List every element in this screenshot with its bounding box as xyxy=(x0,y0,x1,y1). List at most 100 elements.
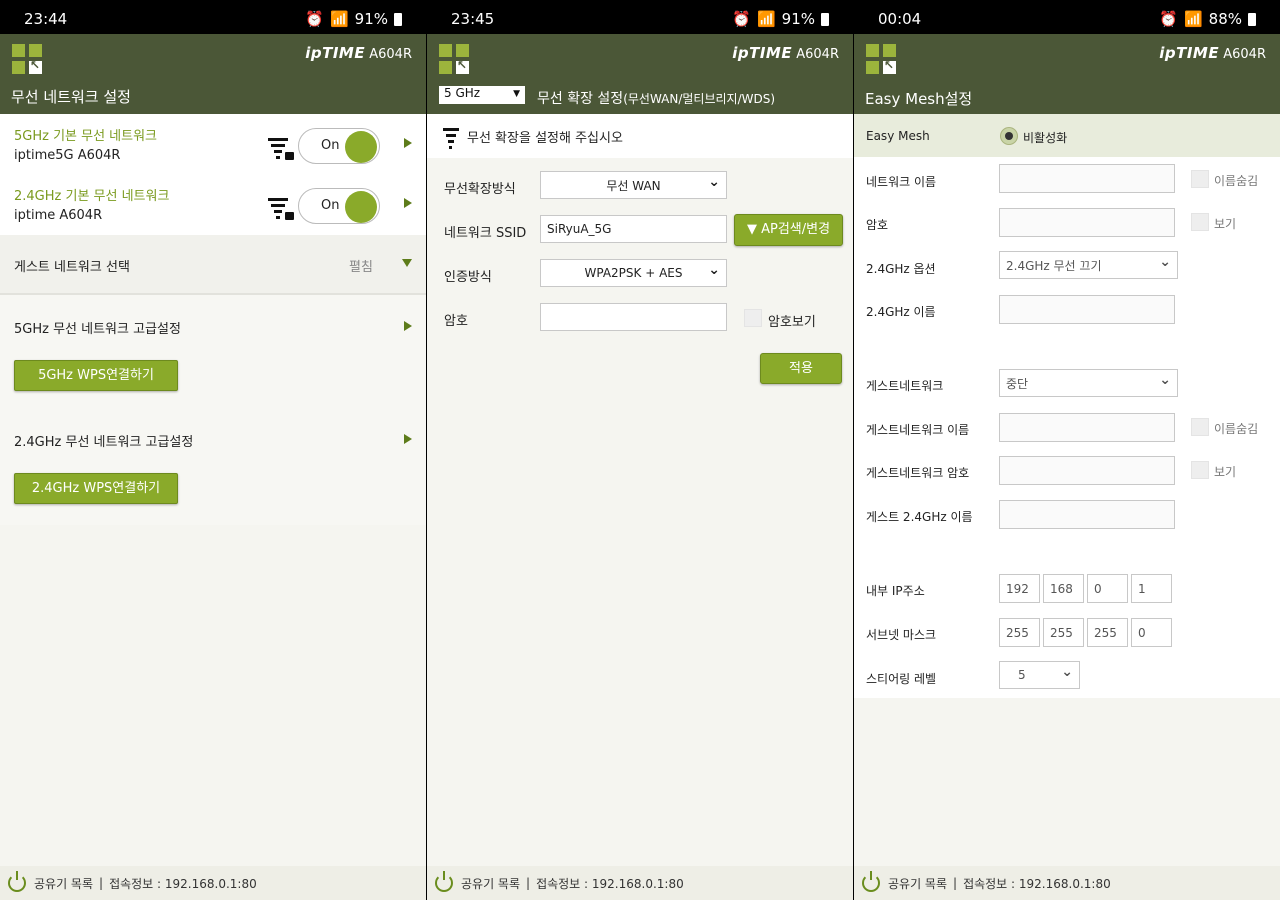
guest-password-label: 게스트네트워크 암호 xyxy=(866,466,970,480)
guest-network-label: 게스트네트워크 xyxy=(866,379,944,393)
notice-panel: 무선 확장을 설정해 주십시오 xyxy=(427,114,853,158)
guest-name-label: 게스트네트워크 이름 xyxy=(866,423,970,437)
password-input[interactable] xyxy=(540,303,727,331)
adv5-label[interactable]: 5GHz 무선 네트워크 고급설정 xyxy=(14,318,181,337)
mesh-radio[interactable] xyxy=(1000,127,1018,145)
brand-logo: ipTIME A604R xyxy=(1159,44,1266,62)
screen-wireless-extension: 23:45 ⏰ 📶 91% ipTIME A604R 5 GHz 무선 확장 설정(… xyxy=(427,0,853,900)
mask-octet-2[interactable]: 255 xyxy=(1043,618,1084,647)
ip-octet-2[interactable]: 168 xyxy=(1043,574,1084,603)
show-password-label: 암호보기 xyxy=(768,315,816,330)
steering-level-select[interactable]: 5 xyxy=(999,661,1080,689)
advanced-settings-panel: 5GHz 무선 네트워크 고급설정 5GHz WPS연결하기 2.4GHz 무선… xyxy=(0,295,426,525)
show-password-checkbox[interactable] xyxy=(744,309,762,327)
mask-octet-1[interactable]: 255 xyxy=(999,618,1040,647)
wifi-icon xyxy=(443,126,463,149)
app-menu-logo-icon[interactable] xyxy=(866,44,896,74)
ssid-label: 네트워크 SSID xyxy=(444,226,527,241)
guest-password-input[interactable] xyxy=(999,456,1175,485)
hide-name-checkbox[interactable] xyxy=(1191,170,1209,188)
guest-name-input[interactable] xyxy=(999,413,1175,442)
guest-show-password-checkbox[interactable] xyxy=(1191,461,1209,479)
band-select[interactable]: 5 GHz xyxy=(439,86,525,104)
screen-easy-mesh: 00:04 ⏰ 📶 88% ipTIME A604R Easy Mesh설정 Eas… xyxy=(854,0,1280,900)
chevron-down-icon[interactable] xyxy=(402,259,412,267)
mode-select[interactable]: 무선 WAN xyxy=(540,171,727,199)
battery-percent: 91% xyxy=(781,10,815,28)
power-icon[interactable] xyxy=(435,871,453,892)
connection-info: 접속정보 : 192.168.0.1:80 xyxy=(536,876,684,891)
net24-toggle[interactable]: On xyxy=(298,188,380,224)
guest-expand-text[interactable]: 펼침 xyxy=(349,256,373,275)
show-password-label: 보기 xyxy=(1214,217,1237,231)
ip-octet-3[interactable]: 0 xyxy=(1087,574,1128,603)
notice-text: 무선 확장을 설정해 주십시오 xyxy=(467,131,623,146)
page-title: Easy Mesh설정 xyxy=(865,90,973,108)
adv24-arrow-icon[interactable] xyxy=(404,434,412,444)
guest-name24-label: 게스트 2.4GHz 이름 xyxy=(866,510,973,524)
wifi-icon: ▼ xyxy=(746,222,757,237)
net24-ssid: iptime A604R xyxy=(14,208,103,223)
status-bar: 00:04 ⏰ 📶 88% xyxy=(854,0,1280,34)
hide-name-label: 이름숨김 xyxy=(1214,174,1259,188)
guest-name24-input[interactable] xyxy=(999,500,1175,529)
page-title: 무선 확장 설정(무선WAN/멀티브리지/WDS) xyxy=(537,91,776,107)
show-password-checkbox[interactable] xyxy=(1191,213,1209,231)
ap-search-button[interactable]: ▼ AP검색/변경 xyxy=(734,214,843,246)
app-menu-logo-icon[interactable] xyxy=(439,44,469,74)
password-input[interactable] xyxy=(999,208,1175,237)
mask-octet-4[interactable]: 0 xyxy=(1131,618,1172,647)
net5-expand-arrow-icon[interactable] xyxy=(404,138,412,148)
app-menu-logo-icon[interactable] xyxy=(12,44,42,74)
status-bar: 23:44 ⏰ 📶 91% xyxy=(0,0,426,34)
easy-mesh-row: Easy Mesh 비활성화 xyxy=(854,114,1280,157)
adv24-label[interactable]: 2.4GHz 무선 네트워크 고급설정 xyxy=(14,431,193,450)
net5-toggle[interactable]: On xyxy=(298,128,380,164)
auth-label: 인증방식 xyxy=(444,270,492,285)
screen-wireless-settings: 23:44 ⏰ 📶 91% ipTIME A604R 무선 네트워크 설정 5GHz… xyxy=(0,0,426,900)
basic-networks-panel: 5GHz 기본 무선 네트워크 iptime5G A604R On 2.4GHz… xyxy=(0,114,426,235)
app-header: ipTIME A604R 무선 네트워크 설정 xyxy=(0,34,426,114)
wifi-lock-icon xyxy=(268,136,294,160)
ssid-input[interactable]: SiRyuA_5G xyxy=(540,215,727,243)
footer-bar: 공유기 목록 | 접속정보 : 192.168.0.1:80 xyxy=(854,866,1280,900)
battery-percent: 88% xyxy=(1208,10,1242,28)
brand-logo: ipTIME A604R xyxy=(732,44,839,62)
mesh-radio-label: 비활성화 xyxy=(1023,131,1068,145)
adv5-arrow-icon[interactable] xyxy=(404,321,412,331)
auth-select[interactable]: WPA2PSK + AES xyxy=(540,259,727,287)
guest-network-row[interactable]: 게스트 네트워크 선택 펼침 xyxy=(0,235,426,293)
status-time: 23:45 xyxy=(451,10,495,28)
battery-icon xyxy=(1248,12,1256,26)
router-list-link[interactable]: 공유기 목록 xyxy=(34,875,93,892)
status-bar: 23:45 ⏰ 📶 91% xyxy=(427,0,853,34)
mesh-form: 네트워크 이름 이름숨김 암호 보기 2.4GHz 옵션 2.4GHz 무선 끄… xyxy=(854,157,1280,698)
network-name-label: 네트워크 이름 xyxy=(866,175,937,189)
power-icon[interactable] xyxy=(8,871,26,892)
wps5-button[interactable]: 5GHz WPS연결하기 xyxy=(14,360,178,391)
subnet-mask-label: 서브넷 마스크 xyxy=(866,628,937,642)
net24-expand-arrow-icon[interactable] xyxy=(404,198,412,208)
footer-bar: 공유기 목록 | 접속정보 : 192.168.0.1:80 xyxy=(0,866,426,900)
guest-network-select[interactable]: 중단 xyxy=(999,369,1178,397)
apply-button[interactable]: 적용 xyxy=(760,353,842,384)
battery-percent: 91% xyxy=(354,10,388,28)
net5-title: 5GHz 기본 무선 네트워크 xyxy=(14,129,158,144)
router-list-link[interactable]: 공유기 목록 xyxy=(888,875,947,892)
ip-octet-4[interactable]: 1 xyxy=(1131,574,1172,603)
wps24-button[interactable]: 2.4GHz WPS연결하기 xyxy=(14,473,178,504)
ip-octet-1[interactable]: 192 xyxy=(999,574,1040,603)
network-name-input[interactable] xyxy=(999,164,1175,193)
app-header: ipTIME A604R Easy Mesh설정 xyxy=(854,34,1280,114)
option24-select[interactable]: 2.4GHz 무선 끄기 xyxy=(999,251,1178,279)
battery-icon xyxy=(394,12,402,26)
status-time: 23:44 xyxy=(24,10,68,28)
guest-hide-name-checkbox[interactable] xyxy=(1191,418,1209,436)
battery-icon xyxy=(821,12,829,26)
power-icon[interactable] xyxy=(862,871,880,892)
router-list-link[interactable]: 공유기 목록 xyxy=(461,875,520,892)
wifi-signal-icon: 📶 xyxy=(329,10,349,28)
connection-info: 접속정보 : 192.168.0.1:80 xyxy=(963,876,1111,891)
name24-input[interactable] xyxy=(999,295,1175,324)
mask-octet-3[interactable]: 255 xyxy=(1087,618,1128,647)
